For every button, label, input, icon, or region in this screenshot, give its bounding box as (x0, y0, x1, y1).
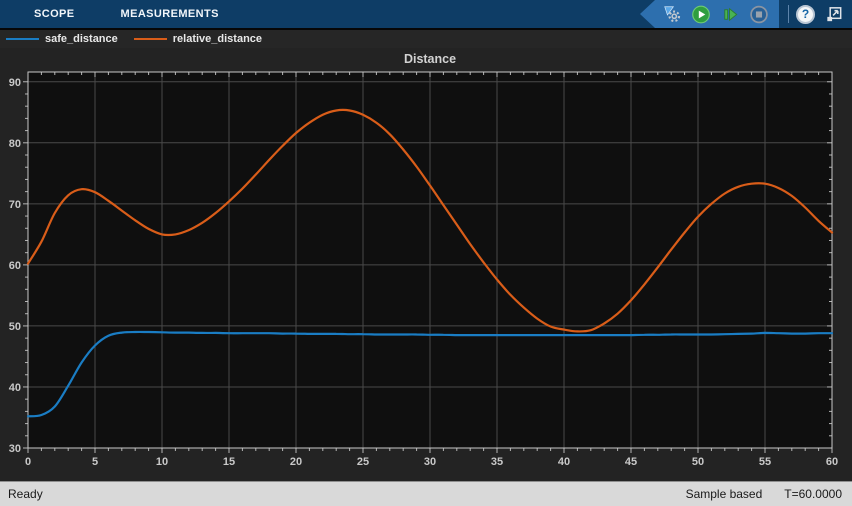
status-bar: Ready Sample based T=60.0000 (0, 481, 852, 506)
svg-text:35: 35 (491, 456, 503, 468)
status-sample-mode: Sample based (686, 487, 763, 501)
quick-access-toolbar: ? (640, 0, 852, 28)
tab-measurements[interactable]: MEASUREMENTS (121, 8, 219, 20)
step-forward-icon (720, 4, 740, 25)
tab-list: SCOPE MEASUREMENTS (0, 8, 219, 20)
svg-text:Distance: Distance (404, 52, 456, 66)
help-icon: ? (802, 8, 809, 20)
run-button[interactable] (691, 4, 711, 24)
simulation-settings-button[interactable] (662, 4, 682, 24)
distance-plot[interactable]: 0 5 10 15 20 25 30 35 40 45 50 55 60 30 40 50 60 70 80 90 Di… (0, 48, 852, 481)
svg-text:60: 60 (826, 456, 838, 468)
svg-text:30: 30 (9, 443, 21, 455)
simulate-banner (640, 0, 779, 28)
legend-line-sample (134, 38, 167, 40)
svg-text:80: 80 (9, 138, 21, 150)
legend-label: safe_distance (45, 33, 118, 45)
undock-button[interactable] (824, 4, 844, 24)
toolbar-separator (788, 5, 789, 23)
status-sim-time: T=60.0000 (784, 487, 842, 501)
svg-text:40: 40 (9, 382, 21, 394)
svg-text:70: 70 (9, 199, 21, 211)
legend-item-safe-distance[interactable]: safe_distance (6, 33, 118, 45)
svg-text:55: 55 (759, 456, 771, 468)
tab-scope[interactable]: SCOPE (34, 8, 75, 20)
simulation-settings-icon (662, 3, 682, 25)
svg-text:30: 30 (424, 456, 436, 468)
legend-item-relative-distance[interactable]: relative_distance (134, 33, 262, 45)
svg-text:15: 15 (223, 456, 235, 468)
legend-line-sample (6, 38, 39, 40)
help-button[interactable]: ? (796, 5, 815, 24)
status-ready: Ready (8, 487, 43, 501)
stop-icon (749, 4, 769, 25)
figure-area: 0 5 10 15 20 25 30 35 40 45 50 55 60 30 40 50 60 70 80 90 Di… (0, 48, 852, 481)
stop-button[interactable] (749, 4, 769, 24)
svg-text:25: 25 (357, 456, 369, 468)
svg-text:20: 20 (290, 456, 302, 468)
svg-text:5: 5 (92, 456, 98, 468)
dock-undock-icon (824, 4, 844, 25)
legend-bar: safe_distance relative_distance (0, 28, 852, 48)
toolstrip-tabbar: SCOPE MEASUREMENTS (0, 0, 852, 28)
svg-text:0: 0 (25, 456, 31, 468)
svg-text:90: 90 (9, 77, 21, 89)
step-forward-button[interactable] (720, 4, 740, 24)
scope-window: SCOPE MEASUREMENTS (0, 0, 852, 506)
status-right-group: Sample based T=60.0000 (686, 487, 842, 501)
svg-text:45: 45 (625, 456, 637, 468)
run-icon (691, 4, 711, 25)
svg-text:50: 50 (9, 321, 21, 333)
svg-text:50: 50 (692, 456, 704, 468)
svg-text:10: 10 (156, 456, 168, 468)
svg-text:40: 40 (558, 456, 570, 468)
legend-label: relative_distance (173, 33, 262, 45)
svg-text:60: 60 (9, 260, 21, 272)
